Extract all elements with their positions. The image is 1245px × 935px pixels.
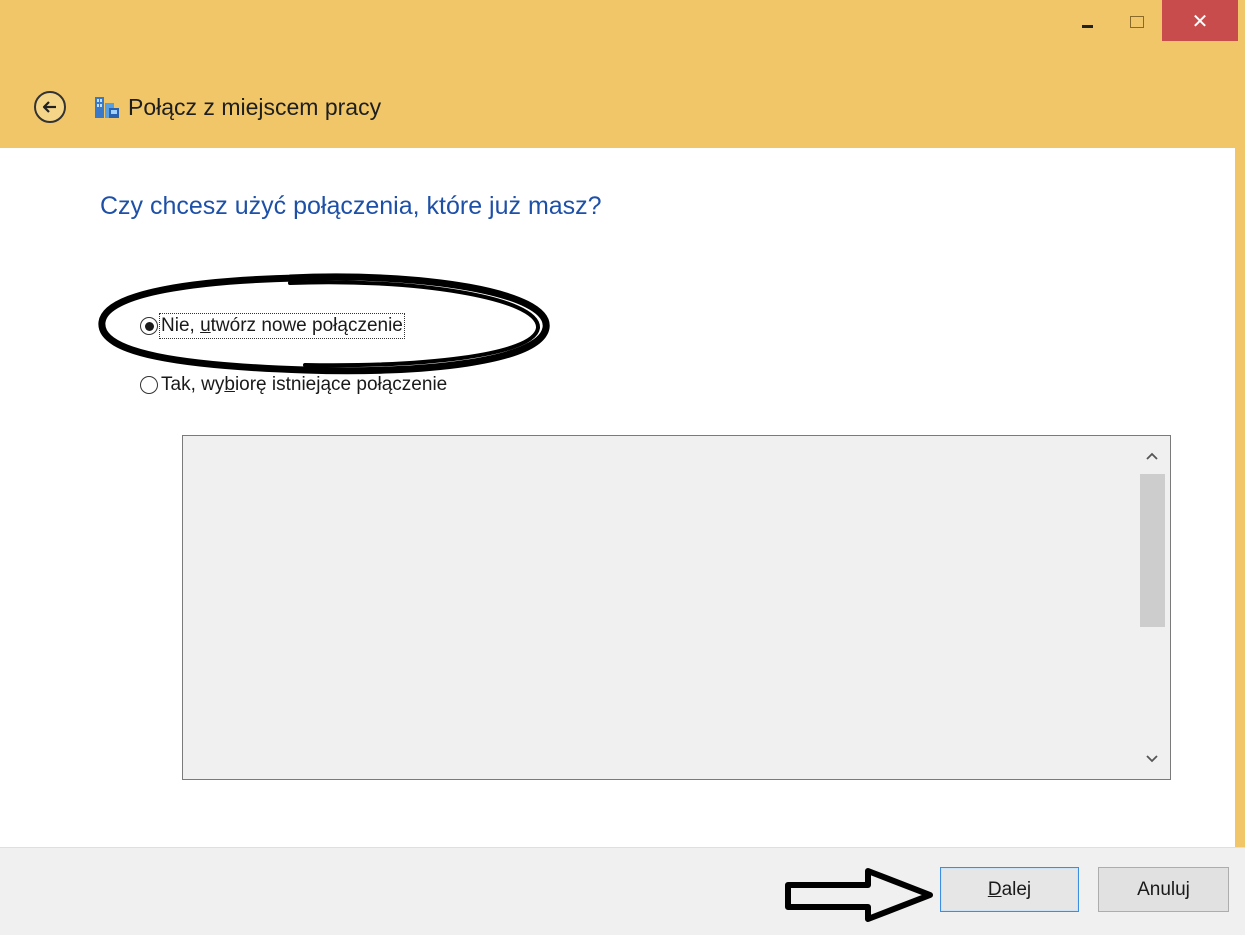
cancel-button[interactable]: Anuluj bbox=[1098, 867, 1229, 912]
back-arrow-icon bbox=[42, 101, 56, 113]
back-button[interactable] bbox=[34, 91, 66, 123]
scroll-down-button[interactable] bbox=[1134, 743, 1170, 775]
minimize-button[interactable] bbox=[1065, 0, 1109, 41]
maximize-button[interactable] bbox=[1115, 0, 1159, 41]
radio-button-selected[interactable] bbox=[140, 317, 158, 335]
page-heading: Czy chcesz użyć połączenia, które już ma… bbox=[100, 192, 602, 220]
window-title: Połącz z miejscem pracy bbox=[128, 93, 382, 120]
radio-button-unselected[interactable] bbox=[140, 376, 158, 394]
wizard-window: ✕ Połącz z miejscem pracy Czy chcesz uży… bbox=[0, 0, 1245, 935]
wizard-header: Połącz z miejscem pracy bbox=[34, 86, 381, 128]
scroll-up-button[interactable] bbox=[1134, 440, 1170, 472]
chevron-up-icon bbox=[1146, 452, 1158, 460]
close-icon: ✕ bbox=[1191, 8, 1209, 33]
radio-label-create-new: Nie, utwórz nowe połączenie bbox=[159, 313, 405, 339]
access-key: b bbox=[224, 374, 235, 395]
scrollbar-thumb[interactable] bbox=[1140, 474, 1165, 627]
label-text: Tak, wy bbox=[161, 374, 225, 395]
cancel-button-label: Anuluj bbox=[1137, 878, 1190, 900]
access-key: D bbox=[987, 878, 1002, 900]
label-text: iorę istniejące połączenie bbox=[234, 374, 448, 395]
radio-selected-dot bbox=[144, 321, 154, 331]
minimize-icon bbox=[1081, 25, 1093, 28]
access-key: u bbox=[200, 315, 211, 336]
existing-connections-list[interactable] bbox=[182, 435, 1171, 780]
next-button[interactable]: Dalej bbox=[940, 867, 1079, 912]
chevron-down-icon bbox=[1146, 755, 1158, 763]
label-text: twórz nowe połączenie bbox=[210, 315, 403, 336]
title-bar: ✕ Połącz z miejscem pracy bbox=[0, 0, 1245, 148]
next-button-label: alej bbox=[1001, 878, 1032, 900]
radio-use-existing-connection[interactable]: Tak, wybiorę istniejące połączenie bbox=[140, 374, 447, 396]
close-button[interactable]: ✕ bbox=[1162, 0, 1238, 41]
maximize-icon bbox=[1130, 15, 1144, 28]
workplace-network-icon bbox=[95, 97, 119, 118]
vertical-scrollbar[interactable] bbox=[1134, 436, 1170, 779]
label-text: Nie, bbox=[161, 315, 201, 336]
radio-create-new-connection[interactable]: Nie, utwórz nowe połączenie bbox=[140, 313, 405, 339]
radio-label-use-existing: Tak, wybiorę istniejące połączenie bbox=[161, 374, 447, 396]
